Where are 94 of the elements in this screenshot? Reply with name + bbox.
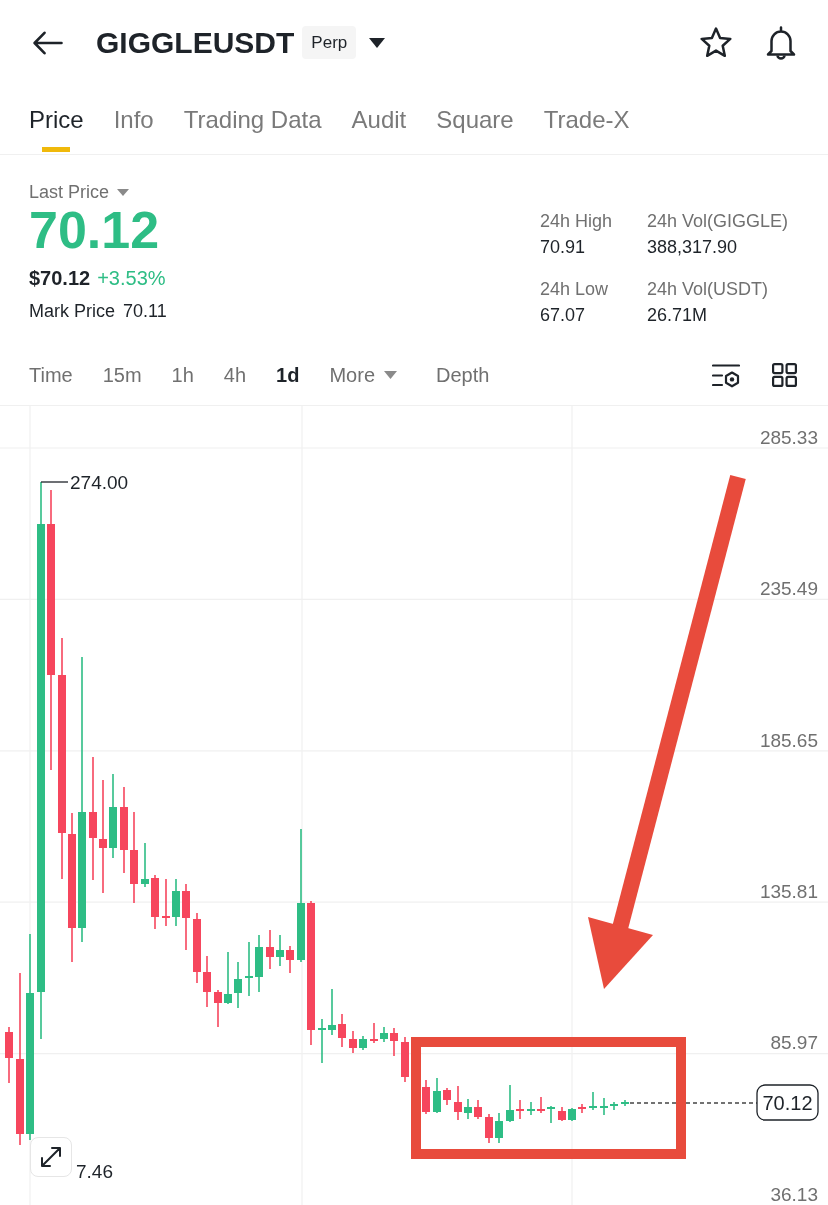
candlestick bbox=[266, 929, 274, 970]
candlestick bbox=[349, 1030, 357, 1054]
settings-icon[interactable] bbox=[712, 362, 740, 388]
candlestick bbox=[390, 1027, 398, 1057]
stat-label: 24h Vol(GIGGLE) bbox=[647, 210, 789, 232]
last-price-value: 70.12 bbox=[29, 202, 160, 258]
candlestick bbox=[151, 874, 159, 930]
candlestick bbox=[172, 878, 180, 927]
candlestick bbox=[141, 842, 149, 888]
candlestick bbox=[527, 1101, 535, 1116]
candlestick bbox=[318, 1018, 326, 1064]
candlestick bbox=[182, 883, 190, 951]
candlestick bbox=[5, 1026, 13, 1084]
interval-tab[interactable]: 1d bbox=[276, 363, 300, 387]
tab[interactable]: Price bbox=[29, 85, 84, 154]
candlestick bbox=[600, 1097, 608, 1116]
tab[interactable]: Trading Data bbox=[183, 85, 322, 154]
candlestick bbox=[578, 1103, 586, 1114]
candlestick bbox=[234, 961, 242, 1009]
low-price-label: 7.46 bbox=[76, 1161, 113, 1182]
price-axis-label: 235.49 bbox=[759, 578, 818, 600]
candlestick bbox=[422, 1079, 430, 1115]
current-price-label: 70.12 bbox=[756, 1084, 819, 1121]
caret-down-icon[interactable] bbox=[369, 37, 386, 48]
mark-price-value: 70.11 bbox=[123, 300, 167, 322]
candlestick bbox=[370, 1022, 378, 1044]
high-price-label: 274.00 bbox=[70, 472, 129, 493]
back-arrow-icon[interactable] bbox=[33, 30, 63, 55]
candlestick bbox=[162, 878, 170, 927]
price-axis-label: 85.97 bbox=[770, 1032, 818, 1054]
bell-icon[interactable] bbox=[765, 25, 797, 60]
price-change-percent: +3.53% bbox=[97, 266, 166, 290]
interval-tab[interactable]: Depth bbox=[436, 363, 490, 387]
candlestick bbox=[286, 945, 294, 974]
candlestick bbox=[516, 1099, 524, 1120]
candlestick bbox=[359, 1035, 367, 1051]
more-intervals-dropdown[interactable]: More bbox=[329, 363, 398, 387]
candlestick bbox=[568, 1107, 576, 1122]
candlestick bbox=[443, 1087, 451, 1106]
interval-tab[interactable]: Time bbox=[29, 363, 73, 387]
candlestick bbox=[558, 1106, 566, 1122]
candlestick bbox=[193, 912, 201, 984]
contract-type-badge: Perp bbox=[302, 26, 357, 59]
stat-value: 388,317.90 bbox=[647, 236, 738, 258]
stat-value: 70.91 bbox=[540, 236, 586, 258]
candlestick bbox=[454, 1085, 462, 1121]
price-axis-label: 185.65 bbox=[759, 729, 818, 751]
stat-label: 24h Vol(USDT) bbox=[647, 278, 769, 300]
candlestick bbox=[255, 934, 263, 993]
candlestick bbox=[547, 1105, 555, 1124]
candlestick bbox=[245, 941, 253, 997]
candlestick bbox=[589, 1091, 597, 1111]
tab[interactable]: Square bbox=[436, 85, 514, 154]
candlestick bbox=[506, 1084, 514, 1123]
candlestick bbox=[276, 934, 284, 967]
candlestick bbox=[203, 955, 211, 1008]
tab[interactable]: Trade-X bbox=[543, 85, 630, 154]
candlestick bbox=[328, 988, 336, 1036]
stat-value: 67.07 bbox=[540, 304, 586, 326]
candlestick bbox=[224, 951, 232, 1005]
candlestick bbox=[401, 1036, 409, 1083]
caret-down-icon bbox=[117, 188, 130, 196]
candlestick bbox=[537, 1096, 545, 1114]
candlestick bbox=[464, 1098, 472, 1120]
stat-label: 24h Low bbox=[540, 278, 609, 300]
expand-button[interactable] bbox=[30, 1137, 72, 1177]
candlestick bbox=[214, 989, 222, 1028]
caret-down-icon bbox=[384, 371, 398, 379]
interval-tab[interactable]: 4h bbox=[223, 363, 247, 387]
price-axis-label: 36.13 bbox=[770, 1183, 818, 1205]
candlestick bbox=[485, 1113, 493, 1144]
last-price-selector[interactable]: Last Price bbox=[29, 181, 130, 203]
interval-tab[interactable]: 15m bbox=[102, 363, 142, 387]
candlestick bbox=[338, 1013, 346, 1048]
stat-label: 24h High bbox=[540, 210, 613, 232]
mark-price-label: Mark Price bbox=[29, 300, 115, 322]
candlestick bbox=[433, 1077, 441, 1114]
expand-icon bbox=[40, 1146, 62, 1168]
candlestick bbox=[380, 1026, 388, 1043]
candlestick bbox=[610, 1101, 618, 1111]
usd-price: $70.12 bbox=[29, 266, 91, 290]
price-axis-label: 285.33 bbox=[759, 427, 818, 448]
candlestick bbox=[474, 1099, 482, 1120]
star-icon[interactable] bbox=[699, 26, 733, 59]
candlestick bbox=[495, 1112, 503, 1144]
stat-value: 26.71M bbox=[647, 304, 708, 326]
leader-line bbox=[40, 481, 69, 483]
grid-icon[interactable] bbox=[772, 363, 797, 387]
price-axis-label: 135.81 bbox=[759, 880, 818, 902]
candlestick bbox=[621, 1099, 629, 1107]
tab[interactable]: Info bbox=[113, 85, 154, 154]
tab[interactable]: Audit bbox=[351, 85, 407, 154]
symbol-title: GIGGLEUSDT bbox=[96, 24, 295, 61]
interval-tab[interactable]: 1h bbox=[171, 363, 194, 387]
